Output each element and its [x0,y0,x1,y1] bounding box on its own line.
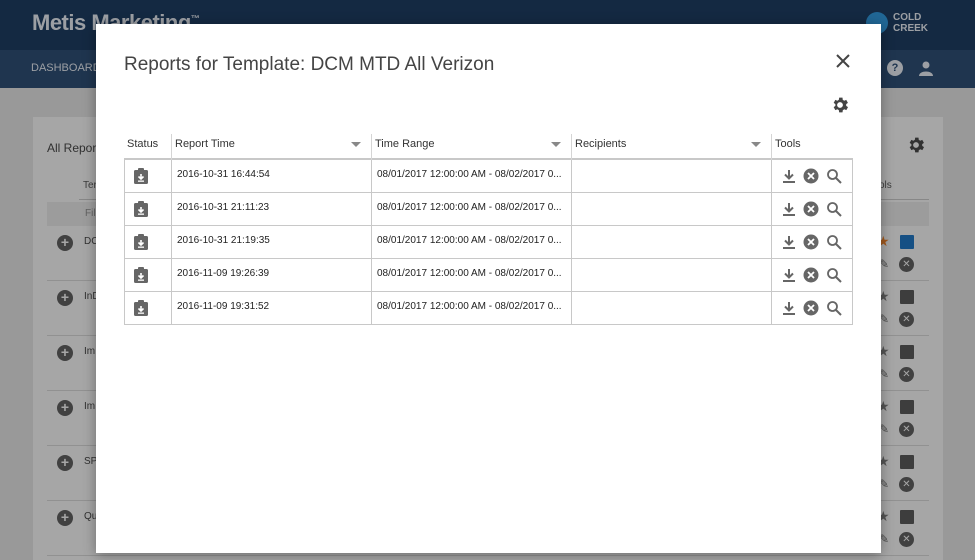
reports-modal: Reports for Template: DCM MTD All Verizo… [96,24,881,553]
clipboard-download-icon [134,201,148,217]
table-row[interactable]: 2016-10-31 21:19:35 08/01/2017 12:00:00 … [124,226,853,259]
time-range-cell: 08/01/2017 12:00:00 AM - 08/02/2017 0... [371,292,571,325]
recipients-cell [571,226,771,259]
status-cell [124,193,171,226]
close-circle-icon[interactable] [803,267,819,283]
column-header-report-time-label: Report Time [175,138,235,150]
recipients-cell [571,259,771,292]
tools-cell [771,193,853,226]
search-icon[interactable] [826,234,842,250]
close-circle-icon[interactable] [803,168,819,184]
close-icon[interactable] [833,51,853,71]
gear-icon[interactable] [830,95,850,115]
table-row[interactable]: 2016-10-31 21:11:23 08/01/2017 12:00:00 … [124,193,853,226]
column-menu-icon[interactable] [751,142,761,147]
column-header-recipients-label: Recipients [575,138,627,150]
column-menu-icon[interactable] [351,142,361,147]
table-row[interactable]: 2016-11-09 19:31:52 08/01/2017 12:00:00 … [124,292,853,325]
search-icon[interactable] [826,201,842,217]
recipients-cell [571,160,771,193]
column-header-time-range[interactable]: Time Range [371,134,571,160]
column-header-recipients[interactable]: Recipients [571,134,771,160]
time-range-cell: 08/01/2017 12:00:00 AM - 08/02/2017 0... [371,193,571,226]
column-header-tools-label: Tools [775,138,801,150]
modal-title: Reports for Template: DCM MTD All Verizo… [124,54,495,75]
search-icon[interactable] [826,300,842,316]
report-time-cell: 2016-11-09 19:31:52 [171,292,371,325]
column-menu-icon[interactable] [551,142,561,147]
column-header-status[interactable]: Status [124,134,171,160]
tools-cell [771,160,853,193]
download-icon[interactable] [781,168,797,184]
search-icon[interactable] [826,168,842,184]
search-icon[interactable] [826,267,842,283]
download-icon[interactable] [781,234,797,250]
close-circle-icon[interactable] [803,234,819,250]
time-range-cell: 08/01/2017 12:00:00 AM - 08/02/2017 0... [371,259,571,292]
download-icon[interactable] [781,267,797,283]
tools-cell [771,226,853,259]
recipients-cell [571,292,771,325]
time-range-cell: 08/01/2017 12:00:00 AM - 08/02/2017 0... [371,226,571,259]
clipboard-download-icon [134,300,148,316]
clipboard-download-icon [134,168,148,184]
column-header-time-range-label: Time Range [375,138,435,150]
clipboard-download-icon [134,267,148,283]
report-time-cell: 2016-10-31 21:19:35 [171,226,371,259]
column-header-report-time[interactable]: Report Time [171,134,371,160]
status-cell [124,292,171,325]
column-header-tools: Tools [771,134,853,160]
time-range-cell: 08/01/2017 12:00:00 AM - 08/02/2017 0... [371,160,571,193]
download-icon[interactable] [781,201,797,217]
grid-header: Status Report Time Time Range Recipients… [124,134,853,160]
download-icon[interactable] [781,300,797,316]
report-time-cell: 2016-11-09 19:26:39 [171,259,371,292]
tools-cell [771,292,853,325]
table-row[interactable]: 2016-10-31 16:44:54 08/01/2017 12:00:00 … [124,160,853,193]
report-time-cell: 2016-10-31 21:11:23 [171,193,371,226]
report-time-cell: 2016-10-31 16:44:54 [171,160,371,193]
close-circle-icon[interactable] [803,201,819,217]
status-cell [124,259,171,292]
status-cell [124,226,171,259]
recipients-cell [571,193,771,226]
clipboard-download-icon [134,234,148,250]
tools-cell [771,259,853,292]
table-row[interactable]: 2016-11-09 19:26:39 08/01/2017 12:00:00 … [124,259,853,292]
reports-grid: Status Report Time Time Range Recipients… [124,134,853,325]
close-circle-icon[interactable] [803,300,819,316]
column-header-status-label: Status [127,138,159,150]
status-cell [124,160,171,193]
